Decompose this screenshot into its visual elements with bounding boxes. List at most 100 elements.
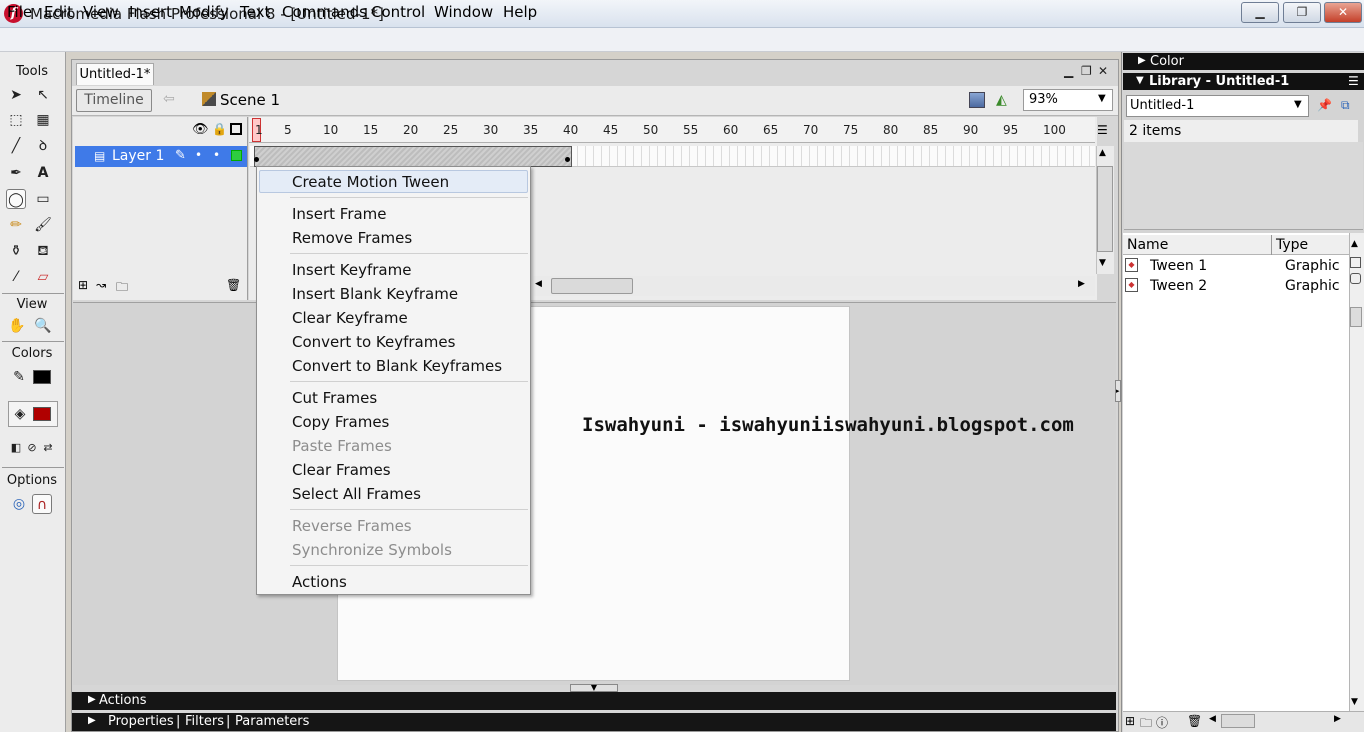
stroke-color-icon[interactable]: ✎ <box>9 367 29 387</box>
back-arrow-icon[interactable]: ⇦ <box>163 91 175 107</box>
selection-tool-icon[interactable]: ➤ <box>6 85 26 105</box>
doc-close-icon[interactable]: ✕ <box>1098 64 1108 78</box>
hand-tool-icon[interactable]: ✋ <box>7 316 27 336</box>
scroll-right-icon[interactable]: ▶ <box>1078 279 1085 289</box>
menu-item-convert-to-blank-keyframes[interactable]: Convert to Blank Keyframes <box>292 357 502 375</box>
menu-commands[interactable]: Commands <box>282 3 367 21</box>
scroll-right-icon[interactable]: ▶ <box>1334 714 1341 724</box>
free-transform-tool-icon[interactable]: ⬚ <box>6 110 26 130</box>
menu-edit[interactable]: Edit <box>44 3 73 21</box>
lock-icon[interactable]: 🔒 <box>212 122 227 136</box>
menu-view[interactable]: View <box>83 3 119 21</box>
keyframe-dot[interactable] <box>254 157 259 162</box>
delete-item-icon[interactable]: 🗑 <box>1187 714 1202 728</box>
new-symbol-icon[interactable]: ⊞ <box>1125 714 1135 728</box>
collapse-arrow-icon[interactable]: ▼ <box>1136 75 1144 86</box>
pencil-tool-icon[interactable]: ✏ <box>6 215 26 235</box>
paint-bucket-tool-icon[interactable]: ⛾ <box>33 241 53 261</box>
fill-color-swatch[interactable] <box>33 407 51 421</box>
document-tab[interactable]: Untitled-1* <box>76 63 154 85</box>
timeline-menu-icon[interactable]: ☰ <box>1097 123 1108 137</box>
chevron-down-icon[interactable]: ▼ <box>1294 99 1302 110</box>
color-panel-label[interactable]: Color <box>1150 54 1184 69</box>
edit-symbols-icon[interactable]: ◭ <box>996 92 1014 108</box>
sort-toggle-icon[interactable] <box>1350 257 1361 268</box>
panel-splitter-handle[interactable]: ▼ <box>570 684 618 692</box>
menu-item-remove-frames[interactable]: Remove Frames <box>292 229 412 247</box>
menu-modify[interactable]: Modify <box>179 3 229 21</box>
doc-restore-icon[interactable]: ❐ <box>1081 64 1092 78</box>
scroll-up-icon[interactable]: ▲ <box>1351 239 1358 249</box>
expand-arrow-icon[interactable]: ▶ <box>88 715 96 726</box>
zoom-tool-icon[interactable]: 🔍 <box>33 316 53 336</box>
stage-text-object[interactable]: Iswahyuni - iswahyuniiswahyuni.blogspot.… <box>582 414 1074 436</box>
eraser-tool-icon[interactable]: ▱ <box>33 267 53 287</box>
menu-item-actions[interactable]: Actions <box>292 573 347 591</box>
visibility-dot-icon[interactable]: • <box>195 148 202 162</box>
insert-layer-icon[interactable]: ⊞ <box>78 278 88 292</box>
panel-menu-icon[interactable]: ☰ <box>1348 74 1359 88</box>
fill-color-icon[interactable]: ◈ <box>10 404 30 424</box>
menu-item-insert-frame[interactable]: Insert Frame <box>292 205 387 223</box>
insert-folder-icon[interactable]: 🗀 <box>116 278 128 299</box>
menu-item-create-motion-tween[interactable]: Create Motion Tween <box>292 173 449 191</box>
library-document-select[interactable]: Untitled-1 <box>1126 95 1309 117</box>
menu-window[interactable]: Window <box>434 3 493 21</box>
library-item-name[interactable]: Tween 2 <box>1150 278 1207 294</box>
menu-item-copy-frames[interactable]: Copy Frames <box>292 413 389 431</box>
frame-span-selection[interactable] <box>254 146 572 167</box>
menu-item-select-all-frames[interactable]: Select All Frames <box>292 485 421 503</box>
tab-properties[interactable]: Properties <box>108 714 174 729</box>
scroll-left-icon[interactable]: ◀ <box>1209 714 1216 724</box>
minimize-button[interactable]: ▁ <box>1241 2 1279 23</box>
show-hide-icon[interactable]: 👁 <box>192 122 209 137</box>
tab-filters[interactable]: Filters <box>185 714 224 729</box>
library-item-name[interactable]: Tween 1 <box>1150 258 1207 274</box>
outline-icon[interactable] <box>230 123 242 135</box>
text-tool-icon[interactable]: A <box>33 163 53 183</box>
library-vertical-scrollbar[interactable] <box>1349 233 1364 711</box>
menu-item-insert-keyframe[interactable]: Insert Keyframe <box>292 261 411 279</box>
outline-color-swatch[interactable] <box>231 150 242 161</box>
library-panel-label[interactable]: Library - Untitled-1 <box>1149 74 1289 89</box>
scroll-up-icon[interactable]: ▲ <box>1099 148 1106 158</box>
timeline-vscroll-thumb[interactable] <box>1097 166 1113 252</box>
keyframe-dot[interactable] <box>565 157 570 162</box>
chevron-down-icon[interactable]: ▼ <box>1098 93 1106 104</box>
menu-file[interactable]: File <box>7 3 32 21</box>
scene-breadcrumb[interactable]: Scene 1 <box>220 91 280 109</box>
expand-arrow-icon[interactable]: ▶ <box>1138 55 1146 66</box>
menu-text[interactable]: Text <box>240 3 270 21</box>
library-hscroll-thumb[interactable] <box>1221 714 1255 728</box>
restore-button[interactable]: ❐ <box>1283 2 1321 23</box>
layer-name[interactable]: Layer 1 <box>112 148 164 164</box>
column-header-name[interactable]: Name <box>1127 237 1168 253</box>
scroll-down-icon[interactable]: ▼ <box>1099 258 1106 268</box>
properties-icon[interactable]: ⓘ <box>1156 714 1168 731</box>
pin-library-icon[interactable]: 📌 <box>1317 98 1332 112</box>
menu-item-clear-frames[interactable]: Clear Frames <box>292 461 391 479</box>
ink-bottle-tool-icon[interactable]: ⚱ <box>6 241 26 261</box>
object-drawing-icon[interactable]: ◎ <box>9 494 29 514</box>
eyedropper-tool-icon[interactable]: ⁄ <box>6 267 26 287</box>
tab-parameters[interactable]: Parameters <box>235 714 309 729</box>
new-library-panel-icon[interactable]: ⧉ <box>1341 98 1350 113</box>
subselection-tool-icon[interactable]: ↖ <box>33 85 53 105</box>
column-divider[interactable] <box>1271 235 1272 255</box>
edit-scene-icon[interactable] <box>969 92 985 108</box>
lasso-tool-icon[interactable]: ꝺ <box>33 136 53 156</box>
new-folder-icon[interactable]: 🗀 <box>1140 714 1152 732</box>
menu-control[interactable]: Control <box>371 3 425 21</box>
wide-state-icon[interactable] <box>1350 273 1361 284</box>
actions-panel-label[interactable]: Actions <box>99 693 147 708</box>
library-vscroll-thumb[interactable] <box>1350 307 1362 327</box>
lock-dot-icon[interactable]: • <box>213 148 220 162</box>
actions-panel-bar[interactable] <box>72 692 1116 710</box>
expand-arrow-icon[interactable]: ▶ <box>88 694 96 705</box>
add-motion-guide-icon[interactable]: ↝ <box>96 278 106 292</box>
swap-colors-icon[interactable]: ⇄ <box>38 438 58 458</box>
brush-tool-icon[interactable]: 🖌 <box>33 215 53 235</box>
menu-help[interactable]: Help <box>503 3 537 21</box>
fill-transform-tool-icon[interactable]: ▦ <box>33 110 53 130</box>
menu-insert[interactable]: Insert <box>129 3 172 21</box>
